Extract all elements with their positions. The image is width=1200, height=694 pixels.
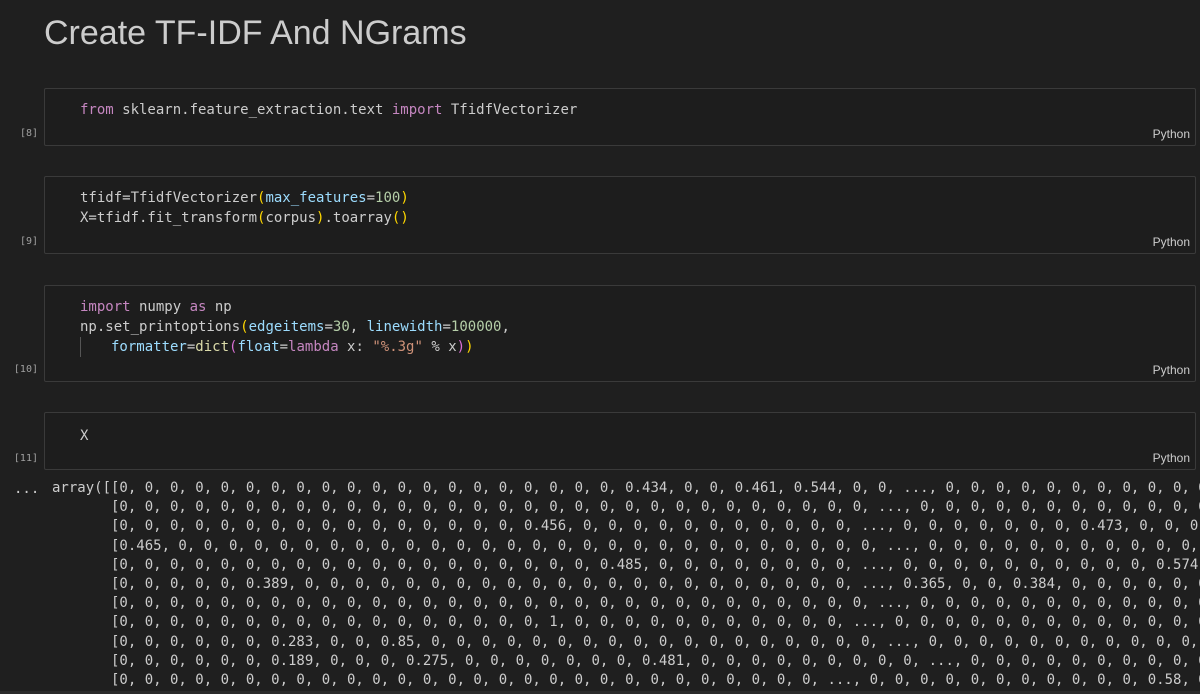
code-cell-import-tfidf[interactable]: from sklearn.feature_extraction.text imp… [44, 88, 1196, 146]
output-line: [0, 0, 0, 0, 0, 0.389, 0, 0, 0, 0, 0, 0,… [52, 576, 1200, 593]
indent-guide [80, 337, 111, 357]
output-menu-icon[interactable]: ... [14, 481, 39, 497]
exec-count: [11] [13, 453, 38, 464]
code-line[interactable]: np.set_printoptions(edgeitems=30, linewi… [80, 317, 510, 337]
output-line: [0, 0, 0, 0, 0, 0, 0.283, 0, 0, 0.85, 0,… [52, 633, 1200, 650]
cell-output: array([[0, 0, 0, 0, 0, 0, 0, 0, 0, 0, 0,… [52, 479, 1200, 694]
language-label[interactable]: Python [1153, 235, 1190, 249]
output-line: [0, 0, 0, 0, 0, 0, 0, 0, 0, 0, 0, 0, 0, … [52, 518, 1200, 535]
output-line: [0, 0, 0, 0, 0, 0, 0.189, 0, 0, 0, 0.275… [52, 652, 1200, 669]
code-line[interactable]: import numpy as np [80, 297, 232, 317]
output-line: [0, 0, 0, 0, 0, 0, 0, 0, 0, 0, 0, 0, 0, … [52, 595, 1200, 612]
exec-count: [9] [19, 236, 38, 247]
language-label[interactable]: Python [1153, 451, 1190, 465]
code-cell-vectorize[interactable]: tfidf=TfidfVectorizer(max_features=100) … [44, 176, 1196, 254]
output-line: [0.465, 0, 0, 0, 0, 0, 0, 0, 0, 0, 0, 0,… [52, 537, 1200, 554]
output-line: array([[0, 0, 0, 0, 0, 0, 0, 0, 0, 0, 0,… [52, 480, 1200, 496]
language-label[interactable]: Python [1153, 363, 1190, 377]
page-title: Create TF-IDF And NGrams [44, 14, 467, 52]
code-line[interactable]: formatter=dict(float=lambda x: "%.3g" % … [80, 337, 474, 357]
exec-count: [8] [19, 128, 38, 139]
code-line[interactable]: tfidf=TfidfVectorizer(max_features=100) [80, 188, 409, 208]
code-cell-numpy-options[interactable]: import numpy as np np.set_printoptions(e… [44, 285, 1196, 382]
output-line: [0, 0, 0, 0, 0, 0, 0, 0, 0, 0, 0, 0, 0, … [52, 556, 1200, 573]
exec-count: [10] [13, 364, 38, 375]
code-line[interactable]: X=tfidf.fit_transform(corpus).toarray() [80, 208, 409, 228]
code-cell-show-x[interactable]: X Python [44, 412, 1196, 470]
code-line[interactable]: X [80, 426, 88, 446]
code-line[interactable]: from sklearn.feature_extraction.text imp… [80, 100, 577, 120]
output-line: [0, 0, 0, 0, 0, 0, 0, 0, 0, 0, 0, 0, 0, … [52, 672, 1200, 689]
output-line: [0, 0, 0, 0, 0, 0, 0, 0, 0, 0, 0, 0, 0, … [52, 499, 1200, 516]
output-line: [0, 0, 0, 0, 0, 0, 0, 0, 0, 0, 0, 0, 0, … [52, 614, 1200, 631]
language-label[interactable]: Python [1153, 127, 1190, 141]
